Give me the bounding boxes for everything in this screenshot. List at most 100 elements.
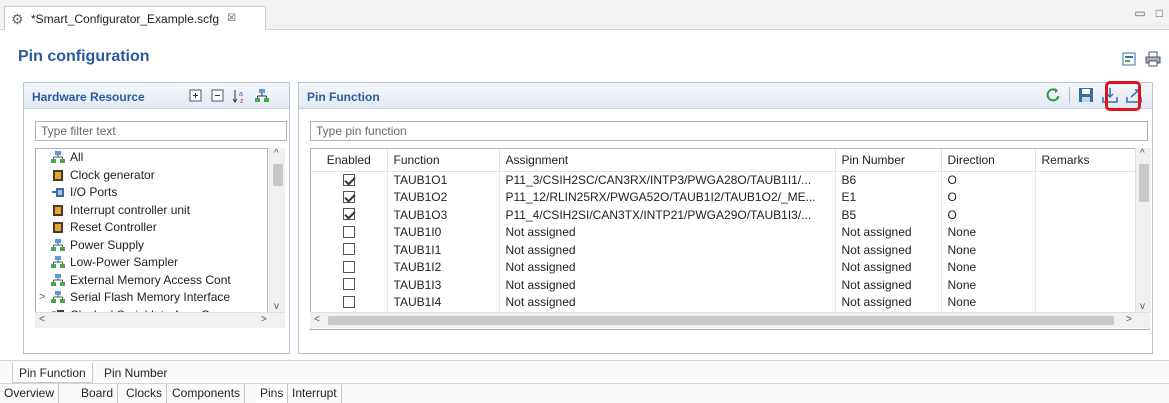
pin-function-table-wrapper: Enabled Function Assignment Pin Number D… bbox=[310, 148, 1150, 330]
function-cell: TAUB1I4 bbox=[387, 293, 500, 311]
tree-item[interactable]: Reset Controller bbox=[36, 219, 267, 237]
table-row[interactable]: TAUB1I3 Not assigned Not assigned None bbox=[311, 276, 1136, 294]
column-header-enabled[interactable]: Enabled bbox=[311, 149, 388, 172]
tree-item[interactable]: I/O Ports bbox=[36, 184, 267, 202]
tree-item[interactable]: Power Supply bbox=[36, 237, 267, 255]
close-icon[interactable]: ☒ bbox=[227, 13, 236, 24]
tree-item-label: Power Supply bbox=[70, 237, 145, 252]
tab-interrupt[interactable]: Interrupt bbox=[288, 384, 342, 403]
function-cell: TAUB1I2 bbox=[387, 258, 500, 276]
tree-item[interactable]: External Memory Access Cont bbox=[36, 272, 267, 290]
enabled-checkbox[interactable] bbox=[342, 278, 355, 291]
pin-function-filter-input[interactable]: Type pin function bbox=[310, 121, 1148, 141]
pin-cell: B5 bbox=[835, 206, 942, 224]
remarks-cell[interactable] bbox=[1035, 206, 1136, 224]
tree-item[interactable]: All bbox=[36, 149, 267, 167]
table-row[interactable]: TAUB1I4 Not assigned Not assigned None bbox=[311, 293, 1136, 311]
hierarchy-icon[interactable] bbox=[254, 88, 270, 104]
function-cell: TAUB1O2 bbox=[387, 188, 500, 206]
remarks-cell[interactable] bbox=[1035, 293, 1136, 311]
tab-clocks[interactable]: Clocks bbox=[122, 384, 168, 403]
column-header-remarks[interactable]: Remarks bbox=[1035, 149, 1136, 172]
tree-item-label: Clock generator bbox=[70, 167, 155, 182]
table-row[interactable]: TAUB1I1 Not assigned Not assigned None bbox=[311, 241, 1136, 259]
save-icon[interactable] bbox=[1078, 87, 1094, 103]
enabled-checkbox[interactable] bbox=[342, 295, 355, 308]
column-header-direction[interactable]: Direction bbox=[941, 149, 1036, 172]
table-vertical-scrollbar[interactable]: ^ v bbox=[1135, 148, 1151, 312]
tree-item-label: Reset Controller bbox=[70, 220, 157, 234]
tree-horizontal-scrollbar[interactable]: < > bbox=[35, 312, 285, 328]
direction-cell: O bbox=[941, 171, 1036, 189]
expand-arrow-icon[interactable]: > bbox=[39, 289, 45, 306]
pin-function-title: Pin Function bbox=[307, 90, 380, 104]
enabled-checkbox[interactable] bbox=[342, 190, 355, 203]
maximize-icon[interactable]: □ bbox=[1156, 6, 1163, 20]
generate-report-icon[interactable] bbox=[1121, 51, 1137, 67]
pin-cell: Not assigned bbox=[835, 223, 942, 241]
column-header-assignment[interactable]: Assignment bbox=[499, 149, 836, 172]
assignment-cell: P11_12/RLIN25RX/PWGA52O/TAUB1I2/TAUB1O2/… bbox=[499, 188, 836, 206]
hardware-resource-tree: All Clock generator I/O Ports Interrupt con… bbox=[35, 148, 268, 328]
svg-text:a: a bbox=[239, 91, 243, 98]
tree-item[interactable]: Clock generator bbox=[36, 167, 267, 185]
enabled-checkbox[interactable] bbox=[342, 260, 355, 273]
table-row[interactable]: TAUB1I0 Not assigned Not assigned None bbox=[311, 223, 1136, 241]
tree-item[interactable]: > Serial Flash Memory Interface bbox=[36, 289, 267, 307]
pin-cell: E1 bbox=[835, 188, 942, 206]
remarks-cell[interactable] bbox=[1035, 223, 1136, 241]
print-icon[interactable] bbox=[1145, 51, 1161, 67]
tab-pin-number[interactable]: Pin Number bbox=[98, 363, 173, 383]
enabled-checkbox[interactable] bbox=[342, 225, 355, 238]
tree-item-label: Low-Power Sampler bbox=[70, 255, 179, 269]
table-horizontal-scrollbar[interactable]: < > bbox=[310, 312, 1150, 328]
tree-item-label: External Memory Access Cont bbox=[70, 272, 231, 287]
tree-item[interactable]: Interrupt controller unit bbox=[36, 202, 267, 220]
direction-cell: None bbox=[941, 241, 1036, 259]
tab-pin-function[interactable]: Pin Function bbox=[12, 363, 93, 383]
column-header-pin-number[interactable]: Pin Number bbox=[835, 149, 942, 172]
direction-cell: None bbox=[941, 276, 1036, 294]
editor-tab-title: *Smart_Configurator_Example.scfg bbox=[31, 11, 220, 26]
page-tab-bar: Overview Board Clocks Components Pins In… bbox=[0, 383, 1169, 403]
enabled-checkbox[interactable] bbox=[342, 208, 355, 221]
tree-vertical-scrollbar[interactable]: ^ v bbox=[269, 148, 285, 312]
table-horizontal-scroll-thumb[interactable] bbox=[328, 316, 1114, 325]
column-header-function[interactable]: Function bbox=[387, 149, 500, 172]
tab-components[interactable]: Components bbox=[168, 384, 246, 403]
remarks-cell[interactable] bbox=[1035, 241, 1136, 259]
remarks-cell[interactable] bbox=[1035, 171, 1136, 189]
expand-all-icon[interactable] bbox=[188, 88, 204, 104]
refresh-icon[interactable] bbox=[1045, 87, 1061, 103]
assignment-cell: Not assigned bbox=[499, 241, 836, 259]
enabled-checkbox[interactable] bbox=[342, 173, 355, 186]
collapse-all-icon[interactable] bbox=[210, 88, 226, 104]
remarks-cell[interactable] bbox=[1035, 258, 1136, 276]
function-cell: TAUB1I0 bbox=[387, 223, 500, 241]
pin-function-panel: Pin Function Type pin function Enabled F… bbox=[298, 81, 1153, 354]
table-row[interactable]: TAUB1O3 P11_4/CSIH2SI/CAN3TX/INTP21/PWGA2… bbox=[311, 206, 1136, 224]
enabled-cell bbox=[311, 258, 388, 276]
tree-item[interactable]: Low-Power Sampler bbox=[36, 254, 267, 272]
function-cell: TAUB1O1 bbox=[387, 171, 500, 189]
chip-icon bbox=[51, 204, 65, 217]
sort-az-icon[interactable]: az bbox=[232, 88, 248, 104]
chip-group-icon bbox=[51, 291, 65, 304]
table-row[interactable]: TAUB1I2 Not assigned Not assigned None bbox=[311, 258, 1136, 276]
table-row[interactable]: TAUB1O2 P11_12/RLIN25RX/PWGA52O/TAUB1I2/T… bbox=[311, 188, 1136, 206]
tab-pins[interactable]: Pins bbox=[256, 384, 289, 403]
remarks-cell[interactable] bbox=[1035, 188, 1136, 206]
tab-board[interactable]: Board bbox=[77, 384, 119, 403]
hardware-filter-input[interactable]: Type filter text bbox=[35, 121, 287, 141]
chip-icon bbox=[51, 169, 65, 182]
minimize-icon[interactable]: ▭ bbox=[1134, 6, 1145, 20]
table-row[interactable]: TAUB1O1 P11_3/CSIH2SC/CAN3RX/INTP3/PWGA28… bbox=[311, 171, 1136, 189]
tree-item-label: I/O Ports bbox=[70, 185, 118, 199]
enabled-cell bbox=[311, 293, 388, 311]
tab-overview[interactable]: Overview bbox=[0, 384, 60, 403]
editor-tab[interactable]: ⚙ *Smart_Configurator_Example.scfg ☒ bbox=[4, 6, 266, 30]
remarks-cell[interactable] bbox=[1035, 276, 1136, 294]
direction-cell: None bbox=[941, 223, 1036, 241]
enabled-checkbox[interactable] bbox=[342, 243, 355, 256]
io-port-icon bbox=[51, 186, 65, 199]
